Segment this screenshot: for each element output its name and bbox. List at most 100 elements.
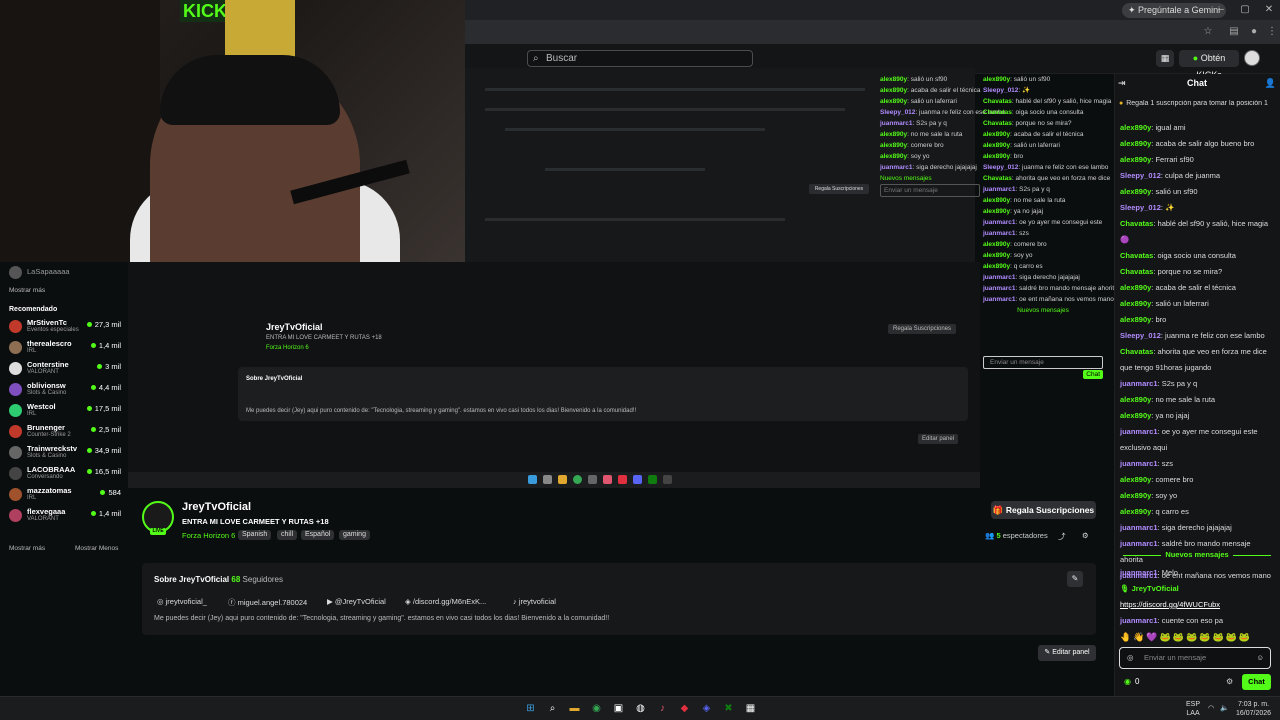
forza-icon[interactable]: ▦	[743, 701, 758, 716]
tag-espanol[interactable]: Español	[301, 530, 335, 540]
chat-username[interactable]: alex890y	[1120, 139, 1151, 148]
chat-username[interactable]: alex890y	[1120, 299, 1151, 308]
app-red-icon[interactable]: ◆	[677, 701, 692, 716]
sidebar-channel-item[interactable]: therealescro IRL 1,4 mil	[9, 339, 121, 357]
share-icon[interactable]: ⤴	[1058, 531, 1066, 542]
chat-username[interactable]: juanmarc1	[1120, 427, 1158, 436]
edit-panel-button[interactable]: ✎ Editar panel	[1038, 645, 1096, 661]
chat-username[interactable]: Chavatas	[1120, 267, 1153, 276]
tag-gaming[interactable]: gaming	[339, 530, 370, 540]
extensions-icon[interactable]: ▤	[1228, 26, 1240, 38]
windows-start-icon[interactable]: ⊞	[523, 701, 538, 716]
chat-username[interactable]: alex890y	[1120, 283, 1151, 292]
sidebar-channel-item[interactable]: mazzatomas IRL 584	[9, 486, 121, 504]
edit-about-icon[interactable]: ✎	[1067, 571, 1083, 587]
volume-icon[interactable]: 🔈	[1220, 704, 1229, 713]
chat-username[interactable]: Sleepy_012	[1120, 331, 1161, 340]
chat-username[interactable]: Sleepy_012	[1120, 203, 1161, 212]
chat-username[interactable]: Sleepy_012	[1120, 171, 1161, 180]
chat-username[interactable]: alex890y	[1120, 123, 1151, 132]
nested-chat-left: alex890y: salió un sf90 alex890y: acaba …	[880, 74, 1005, 294]
maximize-icon[interactable]: ▢	[1238, 4, 1252, 16]
chat-input[interactable]: ◎ Enviar un mensaje ☺	[1119, 647, 1271, 669]
taskbar-search-icon[interactable]: ⌕	[545, 701, 560, 716]
emote-bar[interactable]: 🤚👋💜🐸🐸🐸🐸🐸🐸🐸	[1120, 632, 1252, 643]
menu-icon[interactable]: ⋮	[1266, 26, 1278, 38]
discord-taskbar-icon[interactable]: ◈	[699, 701, 714, 716]
chat-username[interactable]: juanmarc1	[1120, 616, 1158, 625]
channel-points[interactable]: 0	[1124, 677, 1139, 686]
chat-settings-icon[interactable]: ⚙	[1226, 677, 1233, 686]
collapse-chat-icon[interactable]: ⇥	[1118, 78, 1126, 89]
social-discord[interactable]: ◈ /discord.gg/M6nExK...	[405, 597, 486, 606]
social-tiktok[interactable]: ♪ jreytvoficial	[513, 597, 556, 606]
sidebar-channel-item[interactable]: MrStivenTc Eventos especiales 27,3 mil	[9, 318, 121, 336]
sidebar-channel-item[interactable]: Brunenger Counter-Strike 2 2,5 mil	[9, 423, 121, 441]
sidebar-channel-item[interactable]: oblivionsw Slots & Casino 4,4 mil	[9, 381, 121, 399]
avatar	[9, 404, 22, 417]
bookmark-star-icon[interactable]: ☆	[1202, 26, 1214, 38]
new-messages-divider[interactable]: Nuevos mensajes	[1114, 550, 1280, 559]
emoji-icon[interactable]: ☺	[1256, 648, 1264, 668]
gift-leaderboard-banner[interactable]: Regala 1 suscripción para tomar la posic…	[1119, 100, 1280, 107]
file-explorer-icon[interactable]: ▬	[567, 701, 582, 716]
show-more-button[interactable]: Mostrar más	[9, 545, 45, 552]
chat-username[interactable]: juanmarc1	[1120, 459, 1158, 468]
chrome-icon[interactable]: ◉	[589, 701, 604, 716]
language-indicator[interactable]: ESP LAA	[1186, 700, 1200, 718]
instagram-icon: ◎	[157, 597, 164, 606]
show-less-button[interactable]: Mostrar Menos	[75, 545, 118, 552]
chat-username[interactable]: alex890y	[1120, 315, 1151, 324]
obs-icon[interactable]: ◍	[633, 701, 648, 716]
xbox-icon[interactable]: ✖	[721, 701, 736, 716]
close-icon[interactable]: ✕	[1262, 4, 1276, 16]
chat-username[interactable]: juanmarc1	[1120, 379, 1158, 388]
chat-username[interactable]: Chavatas	[1120, 347, 1153, 356]
chat-username[interactable]: alex890y	[1120, 491, 1151, 500]
get-kicks-button[interactable]: ● Obtén KICKs	[1179, 50, 1239, 80]
chat-username[interactable]: alex890y	[1120, 187, 1151, 196]
social-facebook[interactable]: ⓕ miguel.angel.780024	[228, 597, 307, 608]
sidebar-channel-item[interactable]: Trainwreckstv Slots & Casino 34,9 mil	[9, 444, 121, 462]
tiktok-live-icon[interactable]: ♪	[655, 701, 670, 716]
tag-chill[interactable]: chill	[277, 530, 298, 540]
chat-username[interactable]: juanmarc1	[1120, 568, 1158, 577]
chat-username[interactable]: 🎙 JreyTvOficial	[1120, 584, 1179, 593]
chat-username[interactable]: juanmarc1	[1120, 523, 1158, 532]
chat-username[interactable]: alex890y	[1120, 395, 1151, 404]
sidebar-channel-item[interactable]: Conterstine VALORANT 3 mil	[9, 360, 121, 378]
chat-username[interactable]: alex890y	[1120, 475, 1151, 484]
sidebar-channel-item[interactable]: LACOBRAAA Conversando 16,5 mil	[9, 465, 121, 483]
wifi-icon[interactable]: ◠	[1208, 704, 1214, 713]
chat-username[interactable]: alex890y	[1120, 411, 1151, 420]
show-more-top[interactable]: Mostrar más	[9, 287, 45, 294]
chat-username[interactable]: juanmarc1	[1120, 539, 1158, 548]
clock[interactable]: 7:03 p. m. 16/07/2026	[1236, 700, 1271, 718]
chat-badge-icon[interactable]: ◎	[1127, 648, 1134, 668]
chat-username[interactable]: Chavatas	[1120, 251, 1153, 260]
minimize-icon[interactable]: –	[1214, 4, 1228, 16]
sidebar-top-user[interactable]: LaSapaaaaa	[9, 264, 121, 282]
channel-name[interactable]: JreyTvOficial	[182, 501, 251, 513]
sidebar-channel-item[interactable]: Westcol IRL 17,5 mil	[9, 402, 121, 420]
streamer-dashboard-icon[interactable]: ▦	[1156, 50, 1174, 67]
chat-username[interactable]: alex890y	[1120, 155, 1151, 164]
user-avatar[interactable]	[1244, 50, 1260, 66]
follow-settings-icon[interactable]: ⚙	[1082, 531, 1089, 540]
stream-category[interactable]: Forza Horizon 6	[182, 531, 235, 540]
chat-send-button[interactable]: Chat	[1242, 674, 1271, 690]
chat-users-icon[interactable]: 👤	[1265, 78, 1276, 89]
tag-spanish[interactable]: Spanish	[238, 530, 272, 540]
sidebar-channel-item[interactable]: flexvegaaa VALORANT 1,4 mil	[9, 507, 121, 525]
channel-category: Conversando	[27, 474, 63, 480]
chat-username[interactable]: Chavatas	[1120, 219, 1153, 228]
nested-chat-line: alex890y: no me sale la ruta	[983, 197, 1066, 204]
gift-subscriptions-button[interactable]: 🎁 Regala Suscripciones	[991, 501, 1096, 519]
search-input[interactable]: ⌕ Buscar	[527, 50, 753, 67]
gemini-button[interactable]: ✦ Pregúntale a Gemini	[1122, 3, 1227, 18]
social-instagram[interactable]: ◎ jreytvoficial_	[157, 597, 207, 606]
profile-icon[interactable]: ●	[1248, 26, 1260, 38]
social-youtube[interactable]: ▶ @JreyTvOficial	[327, 597, 386, 606]
app-icon[interactable]: ▣	[611, 701, 626, 716]
chat-username[interactable]: alex890y	[1120, 507, 1151, 516]
